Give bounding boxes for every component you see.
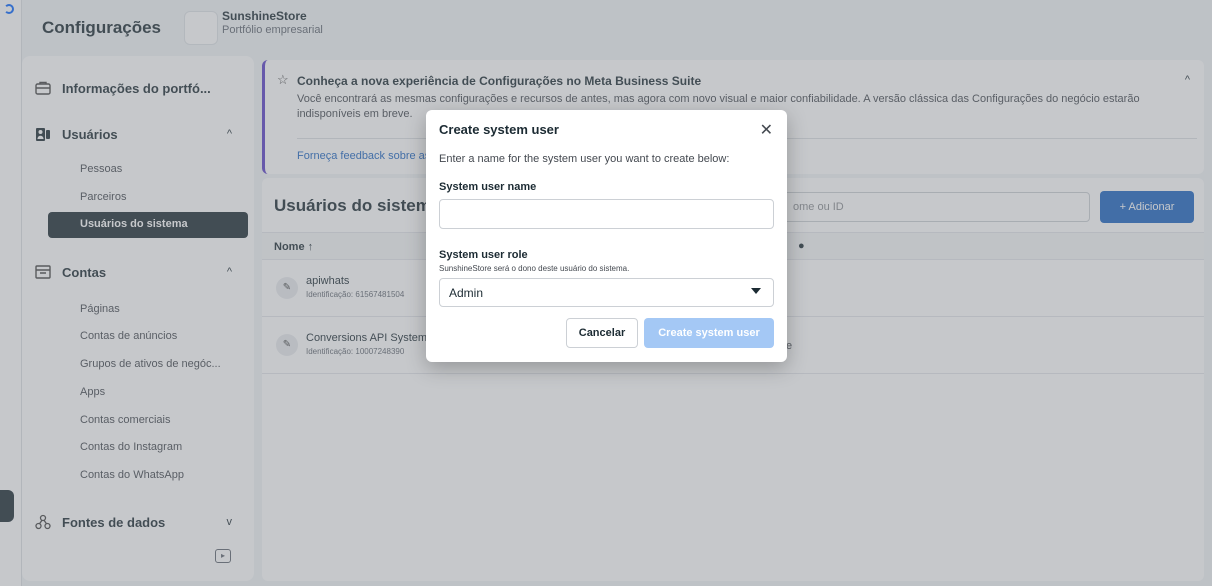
- system-user-name-label: System user name: [439, 181, 537, 193]
- caret-down-icon: [751, 288, 761, 294]
- role-select-value: Admin: [449, 286, 484, 300]
- create-system-user-button[interactable]: Create system user: [644, 318, 774, 348]
- dialog-title: Create system user: [439, 122, 559, 137]
- create-system-user-dialog: Create system user ✕ Enter a name for th…: [426, 110, 787, 362]
- close-icon[interactable]: ✕: [760, 120, 773, 140]
- cancel-button[interactable]: Cancelar: [566, 318, 638, 348]
- role-select[interactable]: Admin: [439, 278, 774, 307]
- role-help-text: SunshineStore será o dono deste usuário …: [439, 264, 630, 273]
- system-user-name-input[interactable]: [439, 199, 774, 229]
- dialog-intro: Enter a name for the system user you wan…: [439, 153, 730, 165]
- system-user-role-label: System user role: [439, 249, 528, 261]
